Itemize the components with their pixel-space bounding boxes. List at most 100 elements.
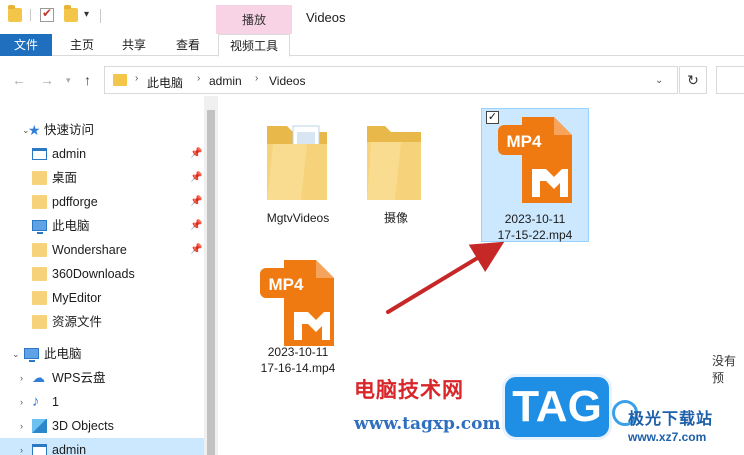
chevron-right-icon[interactable]: › bbox=[20, 438, 23, 455]
mp4-file-icon: MP4 bbox=[498, 117, 572, 203]
chevron-down-icon[interactable]: ⌄ bbox=[12, 342, 20, 366]
nav-quick-access[interactable]: ⌄ ★ 快速访问 bbox=[0, 118, 204, 142]
title-bar: ▾ 播放 Videos bbox=[0, 0, 744, 35]
nav-item-admin-pc[interactable]: › admin bbox=[0, 438, 204, 455]
search-input[interactable] bbox=[716, 66, 744, 94]
cloud-icon: ☁ bbox=[32, 370, 45, 385]
nav-label: 桌面 bbox=[52, 171, 78, 185]
properties-icon[interactable] bbox=[40, 6, 54, 22]
file-explorer-window: ▾ 播放 Videos 文件 主页 共享 查看 视频工具 ← → ▾ ↑ › 此… bbox=[0, 0, 744, 455]
folder-icon bbox=[32, 291, 47, 305]
address-dropdown-chevron-icon[interactable]: ⌄ bbox=[655, 75, 663, 86]
nav-label: 3D Objects bbox=[52, 419, 114, 433]
tab-file[interactable]: 文件 bbox=[0, 34, 52, 56]
nav-label: MyEditor bbox=[52, 291, 102, 305]
nav-scrollbar-thumb[interactable] bbox=[207, 110, 215, 455]
navigation-pane: ⌄ ★ 快速访问 admin 📌 桌面 📌 pdfforge 📌 此电脑 📌 W… bbox=[0, 110, 210, 455]
computer-icon bbox=[24, 348, 39, 362]
pin-icon[interactable]: 📌 bbox=[190, 190, 202, 214]
file-item-mp4-2[interactable]: MP4 2023-10-11 17-16-14.mp4 bbox=[246, 254, 350, 388]
file-name: 摄像 bbox=[383, 211, 408, 225]
nav-item-wondershare[interactable]: Wondershare 📌 bbox=[0, 238, 204, 262]
nav-item-wps-cloud[interactable]: › ☁ WPS云盘 bbox=[0, 366, 204, 390]
music-icon: ♪ bbox=[32, 393, 40, 410]
refresh-icon: ↻ bbox=[687, 72, 699, 88]
breadcrumb-admin[interactable]: admin bbox=[209, 74, 242, 88]
folder-icon[interactable] bbox=[8, 5, 22, 22]
star-icon: ★ bbox=[28, 122, 41, 138]
watermark-url: www.tagxp.com bbox=[354, 414, 501, 434]
divider bbox=[100, 9, 101, 23]
recent-locations-chevron-icon[interactable]: ▾ bbox=[66, 75, 71, 86]
nav-label: 360Downloads bbox=[52, 267, 135, 281]
nav-label: Wondershare bbox=[52, 243, 127, 257]
nav-item-myeditor[interactable]: MyEditor bbox=[0, 286, 204, 310]
nav-label: 此电脑 bbox=[52, 219, 90, 233]
annotation-arrow-icon bbox=[386, 241, 505, 314]
forward-icon[interactable]: → bbox=[40, 72, 54, 88]
window-title: Videos bbox=[306, 10, 346, 25]
tab-video-tools[interactable]: 视频工具 bbox=[218, 34, 290, 57]
nav-this-pc[interactable]: ⌄ 此电脑 bbox=[0, 342, 204, 366]
pin-icon[interactable]: 📌 bbox=[190, 166, 202, 190]
tab-view[interactable]: 查看 bbox=[166, 34, 210, 56]
context-tab-header: 播放 bbox=[216, 5, 292, 35]
nav-item-3d-objects[interactable]: › 3D Objects bbox=[0, 414, 204, 438]
folder-icon bbox=[32, 195, 47, 209]
customize-toolbar-chevron-icon[interactable]: ▾ bbox=[84, 9, 89, 20]
folder-icon bbox=[32, 243, 47, 257]
nav-item-admin[interactable]: admin 📌 bbox=[0, 142, 204, 166]
pin-icon[interactable]: 📌 bbox=[190, 142, 202, 166]
pin-icon[interactable]: 📌 bbox=[190, 214, 202, 238]
file-item-mgtvvideos[interactable]: MgtvVideos bbox=[246, 108, 350, 242]
chevron-right-icon[interactable]: › bbox=[255, 73, 258, 84]
file-name: 2023-10-11 17-16-14.mp4 bbox=[260, 345, 336, 375]
desktop-icon bbox=[32, 148, 47, 160]
nav-item-this-pc-pinned[interactable]: 此电脑 📌 bbox=[0, 214, 204, 238]
divider bbox=[30, 9, 31, 21]
back-icon[interactable]: ← bbox=[12, 72, 26, 88]
chevron-right-icon[interactable]: › bbox=[20, 414, 23, 438]
folder-icon bbox=[367, 126, 421, 200]
address-bar[interactable]: › 此电脑 › admin › Videos ⌄ bbox=[104, 66, 678, 94]
nav-label: 1 bbox=[52, 395, 59, 409]
breadcrumb-videos[interactable]: Videos bbox=[269, 74, 305, 88]
navigation-row: ← → ▾ ↑ › 此电脑 › admin › Videos ⌄ ↻ bbox=[0, 64, 744, 96]
nav-item-music[interactable]: › ♪ 1 bbox=[0, 390, 204, 414]
up-icon[interactable]: ↑ bbox=[84, 72, 91, 88]
tab-home[interactable]: 主页 bbox=[60, 34, 104, 56]
tab-share[interactable]: 共享 bbox=[112, 34, 156, 56]
folder-icon bbox=[32, 315, 47, 329]
site-logo-name: 极光下载站 bbox=[628, 411, 714, 428]
nav-label: 快速访问 bbox=[44, 123, 95, 137]
chevron-right-icon[interactable]: › bbox=[20, 390, 23, 414]
pin-icon[interactable]: 📌 bbox=[190, 238, 202, 262]
mp4-file-icon: MP4 bbox=[260, 260, 334, 346]
file-name: MgtvVideos bbox=[266, 211, 330, 225]
folder-icon bbox=[32, 267, 47, 281]
ribbon-tabs: 文件 主页 共享 查看 视频工具 bbox=[0, 34, 744, 57]
nav-label: 资源文件 bbox=[52, 315, 103, 329]
preview-empty-text: 没有预 bbox=[712, 354, 737, 385]
folder-icon bbox=[113, 74, 127, 86]
file-item-camera[interactable]: 摄像 bbox=[344, 108, 448, 242]
nav-item-desktop[interactable]: 桌面 📌 bbox=[0, 166, 204, 190]
nav-item-360downloads[interactable]: 360Downloads bbox=[0, 262, 204, 286]
watermark-tag-logo: TAG bbox=[502, 374, 612, 440]
nav-item-pdfforge[interactable]: pdfforge 📌 bbox=[0, 190, 204, 214]
new-folder-icon[interactable] bbox=[64, 5, 78, 22]
file-item-mp4-1[interactable]: ✓ MP4 2023-10-11 17-15-22.mp4 bbox=[481, 108, 589, 242]
chevron-right-icon[interactable]: › bbox=[135, 73, 138, 84]
mp4-badge: MP4 bbox=[269, 275, 305, 294]
nav-label: WPS云盘 bbox=[52, 371, 106, 385]
watermark-text: 电脑技术网 bbox=[354, 378, 464, 402]
desktop-icon bbox=[32, 444, 47, 455]
cube-icon bbox=[32, 419, 47, 433]
chevron-right-icon[interactable]: › bbox=[197, 73, 200, 84]
nav-label: admin bbox=[52, 147, 87, 161]
breadcrumb-this-pc[interactable]: 此电脑 bbox=[147, 74, 183, 91]
chevron-right-icon[interactable]: › bbox=[20, 366, 23, 390]
computer-icon bbox=[32, 220, 47, 234]
refresh-button[interactable]: ↻ bbox=[679, 66, 707, 94]
nav-item-resources[interactable]: 资源文件 bbox=[0, 310, 204, 334]
